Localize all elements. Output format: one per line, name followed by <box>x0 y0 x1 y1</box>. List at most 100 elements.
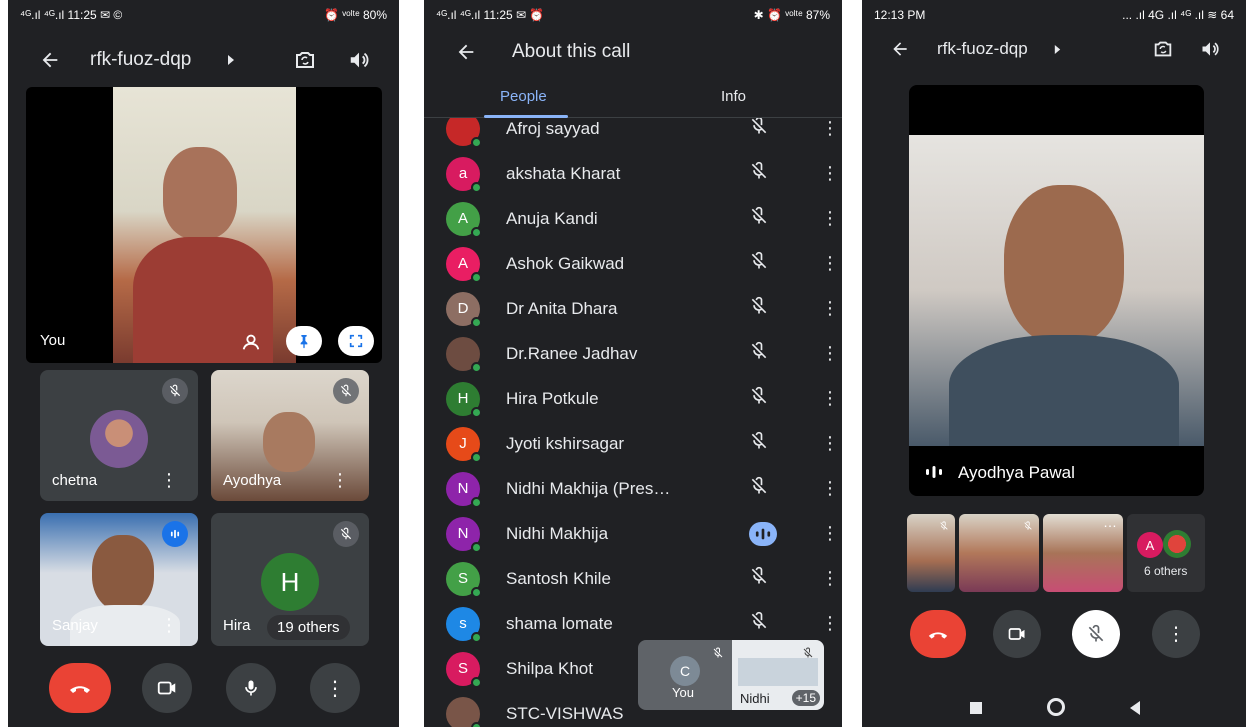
back-nav-icon[interactable] <box>1128 700 1142 721</box>
participant-tile-hira[interactable]: H Hira 19 others <box>211 513 369 646</box>
more-options-button[interactable]: ⋮ <box>1152 610 1200 658</box>
self-video-frame <box>113 87 296 363</box>
status-left: 12:13 PM <box>874 8 926 22</box>
others-label: 6 others <box>1144 564 1188 578</box>
others-pill[interactable]: 19 others <box>267 615 350 640</box>
participant-row[interactable]: J Jyoti kshirsagar ⋮ <box>446 421 842 466</box>
main-speaker-tile[interactable]: Ayodhya Pawal <box>909 85 1204 496</box>
switch-camera-icon[interactable] <box>1151 37 1175 61</box>
participant-row[interactable]: H Hira Potkule ⋮ <box>446 376 842 421</box>
speaking-indicator-icon <box>749 521 777 546</box>
avatar-initial: H <box>457 390 469 407</box>
mic-toggle-button[interactable] <box>226 663 276 713</box>
participant-row[interactable]: D Dr Anita Dhara ⋮ <box>446 286 842 331</box>
mic-off-icon <box>749 118 769 141</box>
avatar: a <box>446 156 482 193</box>
end-call-button[interactable] <box>910 610 966 658</box>
camera-toggle-button[interactable] <box>142 663 192 713</box>
more-options-button[interactable]: ⋮ <box>310 663 360 713</box>
participant-row[interactable]: S Santosh Khile ⋮ <box>446 556 842 601</box>
page-title: About this call <box>512 41 631 62</box>
pip-presenter[interactable]: Nidhi +15 <box>732 640 824 710</box>
status-left: ⁴ᴳ.ıl ⁴ᴳ.ıl 11:25 ✉ © <box>20 8 123 22</box>
home-nav-icon[interactable] <box>1047 698 1065 716</box>
thumb-tile-2[interactable] <box>959 514 1039 592</box>
more-vert-icon[interactable]: ⋮ <box>821 118 839 139</box>
participant-tile-ayodhya[interactable]: Ayodhya ⋮ <box>211 370 369 501</box>
avatar: S <box>446 561 482 598</box>
mic-off-icon <box>749 476 769 501</box>
meeting-code[interactable]: rfk-fuoz-dqp <box>937 39 1028 59</box>
mic-off-icon <box>333 521 359 547</box>
avatar-initial: A <box>457 255 468 272</box>
more-vert-icon[interactable]: ⋮ <box>821 388 839 409</box>
participant-row[interactable]: A Ashok Gaikwad ⋮ <box>446 241 842 286</box>
avatar-photo <box>1163 530 1191 558</box>
more-vert-icon[interactable]: ⋮ <box>821 253 839 274</box>
mic-off-icon <box>162 378 188 404</box>
more-vert-icon[interactable]: ⋮ <box>821 343 839 364</box>
self-label: You <box>40 332 66 349</box>
more-vert-icon[interactable]: ⋮ <box>821 478 839 499</box>
more-vert-icon[interactable]: ⋮ <box>821 433 839 454</box>
online-dot <box>471 541 482 553</box>
pip-other-label: Nidhi <box>740 691 770 706</box>
fullscreen-button[interactable] <box>338 326 374 356</box>
more-vert-icon[interactable]: ⋮ <box>160 616 178 634</box>
thumb-tile-3[interactable]: … <box>1043 514 1123 592</box>
speaker-name: Ayodhya Pawal <box>958 463 1075 482</box>
participant-tile-chetna[interactable]: chetna ⋮ <box>40 370 198 501</box>
mic-off-icon <box>749 251 769 276</box>
more-vert-icon[interactable]: ⋮ <box>821 613 839 634</box>
caret-right-icon[interactable] <box>225 54 237 66</box>
effects-icon[interactable] <box>238 329 264 355</box>
participant-name: shama lomate <box>506 613 613 633</box>
tab-info[interactable]: Info <box>721 88 746 105</box>
participant-row[interactable]: Afroj sayyad ⋮ <box>446 118 842 151</box>
online-dot <box>471 271 482 283</box>
speaker-icon[interactable] <box>1198 37 1222 61</box>
meeting-code[interactable]: rfk-fuoz-dqp <box>90 49 191 71</box>
participant-row[interactable]: Dr.Ranee Jadhav ⋮ <box>446 331 842 376</box>
top-bar: About this call <box>424 36 842 68</box>
status-right: ⏰ ᵛᵒˡᵗᵉ 80% <box>324 8 387 22</box>
participant-row[interactable]: N Nidhi Makhija (Pres… ⋮ <box>446 466 842 511</box>
tile-name: Ayodhya <box>223 472 282 489</box>
speaker-icon[interactable] <box>346 47 372 73</box>
recents-nav-icon[interactable] <box>970 702 982 714</box>
more-vert-icon[interactable]: ⋮ <box>160 471 178 489</box>
more-horiz-icon[interactable]: … <box>1103 514 1117 530</box>
avatar-initial: D <box>457 300 469 317</box>
more-vert-icon[interactable]: ⋮ <box>331 471 349 489</box>
mic-toggle-button[interactable] <box>1072 610 1120 658</box>
participant-row[interactable]: a akshata Kharat ⋮ <box>446 151 842 196</box>
more-vert-icon[interactable]: ⋮ <box>821 568 839 589</box>
mic-off-icon <box>749 161 769 186</box>
avatar: C <box>670 656 700 686</box>
participant-tile-sanjay[interactable]: Sanjay ⋮ <box>40 513 198 646</box>
avatar-initial: N <box>457 525 469 542</box>
tab-people[interactable]: People <box>500 88 547 105</box>
caret-right-icon[interactable] <box>1052 44 1062 55</box>
avatar <box>446 336 482 373</box>
self-video-tile[interactable]: You <box>26 87 382 363</box>
end-call-button[interactable] <box>49 663 111 713</box>
mic-off-icon <box>1023 518 1033 536</box>
pip-self[interactable]: C You <box>638 640 732 710</box>
top-bar: rfk-fuoz-dqp <box>862 34 1246 64</box>
mic-off-icon <box>712 646 724 664</box>
more-vert-icon[interactable]: ⋮ <box>821 163 839 184</box>
more-vert-icon[interactable]: ⋮ <box>821 298 839 319</box>
back-arrow-icon[interactable] <box>454 40 478 64</box>
switch-camera-icon[interactable] <box>292 47 318 73</box>
camera-toggle-button[interactable] <box>993 610 1041 658</box>
back-arrow-icon[interactable] <box>38 48 62 72</box>
back-arrow-icon[interactable] <box>888 37 912 61</box>
more-vert-icon[interactable]: ⋮ <box>821 523 839 544</box>
others-tile[interactable]: A 6 others <box>1127 514 1205 592</box>
more-vert-icon[interactable]: ⋮ <box>821 208 839 229</box>
participant-row[interactable]: A Anuja Kandi ⋮ <box>446 196 842 241</box>
pin-button[interactable] <box>286 326 322 356</box>
thumb-tile-1[interactable] <box>907 514 955 592</box>
participant-row[interactable]: N Nidhi Makhija ⋮ <box>446 511 842 556</box>
